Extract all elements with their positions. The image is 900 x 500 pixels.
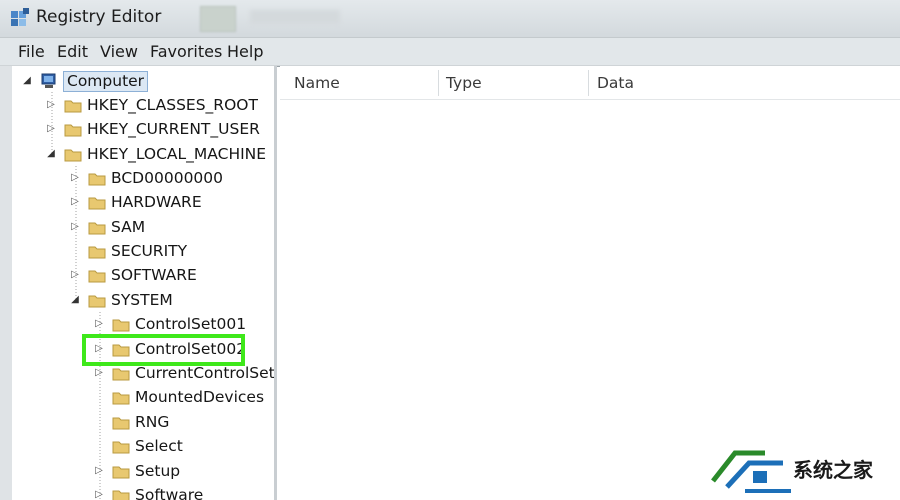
folder-icon xyxy=(88,193,106,211)
collapse-arrow-icon[interactable]: ◢ xyxy=(22,75,32,87)
folder-icon xyxy=(88,242,106,260)
folder-icon xyxy=(64,120,82,138)
tree-node-rng[interactable]: RNG xyxy=(94,411,169,433)
column-header-name[interactable]: Name xyxy=(294,74,340,92)
tree-label: ControlSet001 xyxy=(135,315,247,333)
no-children-spacer xyxy=(94,440,104,452)
highlight-box xyxy=(82,334,245,366)
column-divider[interactable] xyxy=(588,70,589,96)
tree-node-setup[interactable]: ▷ Setup xyxy=(94,460,180,482)
folder-icon xyxy=(112,486,130,500)
window-title: Registry Editor xyxy=(36,7,162,27)
folder-icon xyxy=(64,145,82,163)
collapse-arrow-icon[interactable]: ◢ xyxy=(70,294,80,306)
tree-label: HKEY_CLASSES_ROOT xyxy=(87,96,258,114)
background-window-title xyxy=(250,10,340,24)
folder-icon xyxy=(112,462,130,480)
menu-view[interactable]: View xyxy=(100,42,138,61)
tree-node-hkey-current-user[interactable]: ▷ HKEY_CURRENT_USER xyxy=(46,118,260,140)
expand-arrow-icon[interactable]: ▷ xyxy=(94,489,104,500)
tree-node-software[interactable]: ▷ SOFTWARE xyxy=(70,264,197,286)
values-header: Name Type Data xyxy=(280,66,900,100)
folder-icon xyxy=(112,437,130,455)
tree-label: BCD00000000 xyxy=(111,169,224,187)
tree-label: SOFTWARE xyxy=(111,266,197,284)
watermark-logo-icon xyxy=(711,450,791,493)
tree-label: SYSTEM xyxy=(111,291,173,309)
background-window-thumbnail xyxy=(200,6,236,32)
tree-node-computer[interactable]: ◢ Computer xyxy=(22,70,149,92)
tree-node-mounteddevices[interactable]: MountedDevices xyxy=(94,386,264,408)
tree-label: SECURITY xyxy=(111,242,188,260)
tree-label: HARDWARE xyxy=(111,193,202,211)
tree-node-hkey-local-machine[interactable]: ◢ HKEY_LOCAL_MACHINE xyxy=(46,143,266,165)
collapse-arrow-icon[interactable]: ◢ xyxy=(46,148,56,160)
tree-node-system[interactable]: ◢ SYSTEM xyxy=(70,289,173,311)
folder-icon xyxy=(88,266,106,284)
expand-arrow-icon[interactable]: ▷ xyxy=(46,99,56,111)
tree-label: Setup xyxy=(135,462,181,480)
expand-arrow-icon[interactable]: ▷ xyxy=(46,123,56,135)
column-header-type[interactable]: Type xyxy=(446,74,482,92)
no-children-spacer xyxy=(70,245,80,257)
tree-label: HKEY_LOCAL_MACHINE xyxy=(87,145,267,163)
watermark-text: 系统之家 xyxy=(793,458,873,482)
menu-favorites[interactable]: Favorites xyxy=(150,42,222,61)
tree-node-select[interactable]: Select xyxy=(94,435,183,457)
folder-icon xyxy=(112,413,130,431)
key-tree-pane[interactable]: ◢ Computer ▷ HKEY_CLASSES_ROOT ▷ HKEY_CU… xyxy=(12,66,277,500)
column-divider[interactable] xyxy=(438,70,439,96)
tree-node-hardware[interactable]: ▷ HARDWARE xyxy=(70,191,202,213)
menu-help[interactable]: Help xyxy=(227,42,263,61)
folder-icon xyxy=(88,291,106,309)
tree-label: RNG xyxy=(135,413,170,431)
tree-node-security[interactable]: SECURITY xyxy=(70,240,187,262)
folder-icon xyxy=(88,169,106,187)
tree-label: SAM xyxy=(111,218,146,236)
menu-edit[interactable]: Edit xyxy=(57,42,88,61)
column-header-data[interactable]: Data xyxy=(597,74,634,92)
expand-arrow-icon[interactable]: ▷ xyxy=(70,196,80,208)
folder-icon xyxy=(64,96,82,114)
no-children-spacer xyxy=(94,391,104,403)
tree-label: Select xyxy=(135,437,183,455)
expand-arrow-icon[interactable]: ▷ xyxy=(70,172,80,184)
folder-icon xyxy=(112,364,130,382)
registry-editor-icon xyxy=(11,8,29,26)
tree-label: Software xyxy=(135,486,204,500)
tree-label: HKEY_CURRENT_USER xyxy=(87,120,260,138)
tree-node-bcd[interactable]: ▷ BCD00000000 xyxy=(70,167,223,189)
no-children-spacer xyxy=(94,416,104,428)
computer-icon xyxy=(41,73,56,88)
tree-node-software-sub[interactable]: ▷ Software xyxy=(94,484,203,500)
menu-bar: File Edit View Favorites Help xyxy=(0,38,900,66)
folder-icon xyxy=(112,388,130,406)
tree-node-controlset001[interactable]: ▷ ControlSet001 xyxy=(94,313,246,335)
expand-arrow-icon[interactable]: ▷ xyxy=(70,269,80,281)
menu-file[interactable]: File xyxy=(18,42,45,61)
tree-label: MountedDevices xyxy=(135,388,265,406)
tree-node-hkey-classes-root[interactable]: ▷ HKEY_CLASSES_ROOT xyxy=(46,94,258,116)
tree-label-computer: Computer xyxy=(63,70,149,92)
folder-icon xyxy=(112,315,130,333)
tree-node-sam[interactable]: ▷ SAM xyxy=(70,216,145,238)
expand-arrow-icon[interactable]: ▷ xyxy=(94,367,104,379)
folder-icon xyxy=(88,218,106,236)
title-bar: Registry Editor xyxy=(0,0,900,38)
watermark: 系统之家 xyxy=(697,437,900,500)
values-pane[interactable]: Name Type Data xyxy=(280,66,900,500)
expand-arrow-icon[interactable]: ▷ xyxy=(70,221,80,233)
tree-label: CurrentControlSet xyxy=(135,364,275,382)
expand-arrow-icon[interactable]: ▷ xyxy=(94,318,104,330)
expand-arrow-icon[interactable]: ▷ xyxy=(94,465,104,477)
